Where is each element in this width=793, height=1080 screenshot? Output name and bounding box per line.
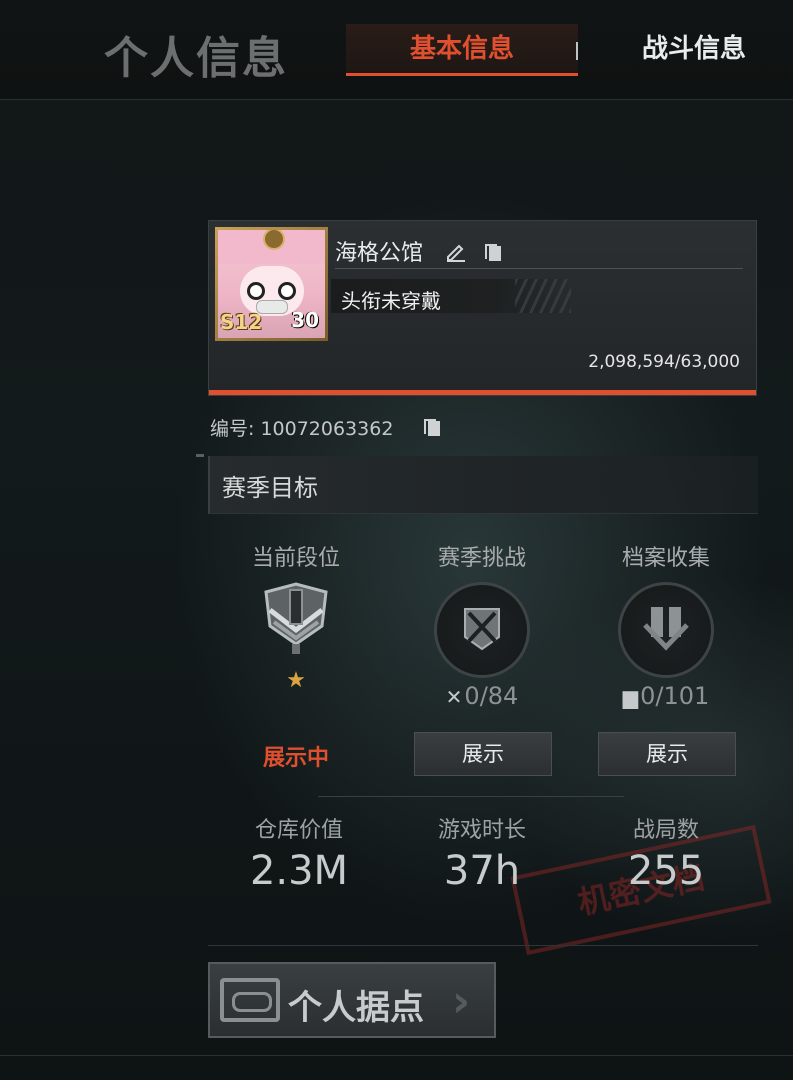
goal-label: 档案收集 — [621, 546, 710, 571]
player-title[interactable]: 头衔未穿戴 — [341, 285, 441, 314]
profile-page: 个人信息 基本信息 战斗信息 S12 30 海格公馆 头衔未穿戴 2,098,5… — [0, 0, 793, 1080]
archive-emblem-icon[interactable] — [618, 582, 714, 678]
stat-value: 2.3M — [249, 848, 349, 894]
stat-value: 37h — [443, 848, 521, 894]
stat-matches: 战局数 255 — [576, 812, 756, 894]
folder-icon: ▆ — [622, 685, 639, 709]
goal-current-rank: 当前段位 ★ 展示中 — [206, 540, 386, 771]
section-title: 赛季目标 — [222, 474, 318, 502]
challenge-progress: ✕0/84 — [445, 682, 519, 710]
goal-label: 赛季挑战 — [437, 546, 526, 571]
personal-base-button[interactable]: 个人据点 › — [208, 962, 496, 1038]
crossed-swords-icon: ✕ — [445, 685, 463, 709]
base-icon — [220, 978, 280, 1022]
rank-star-icon: ★ — [286, 668, 306, 693]
experience-value: 2,098,594/63,000 — [588, 352, 740, 372]
show-archive-button[interactable]: 展示 — [598, 732, 736, 776]
stats-divider — [208, 945, 758, 946]
rank-shield-icon[interactable] — [256, 582, 336, 658]
season-goals-header: 赛季目标 — [208, 456, 758, 514]
challenge-emblem-icon[interactable] — [434, 582, 530, 678]
title-strip-stripes — [515, 279, 571, 313]
goals-divider — [318, 796, 624, 797]
season-badge: S12 — [220, 310, 263, 334]
avatar-eye-right — [278, 282, 296, 300]
avatar-eye-left — [247, 282, 265, 300]
avatar[interactable]: S12 30 — [215, 227, 328, 341]
player-level: 30 — [291, 308, 319, 332]
name-divider — [335, 268, 743, 269]
stat-play-time: 游戏时长 37h — [392, 812, 572, 894]
avatar-image: S12 30 — [218, 230, 325, 338]
goal-archive-collection: 档案收集 ▆0/101 展示 — [576, 540, 756, 776]
copy-icon[interactable] — [485, 241, 503, 261]
show-challenge-button[interactable]: 展示 — [414, 732, 552, 776]
tab-separator — [576, 42, 578, 60]
section-tick — [196, 454, 204, 457]
tab-basic-info[interactable]: 基本信息 — [346, 24, 578, 76]
header: 个人信息 基本信息 战斗信息 — [0, 0, 793, 100]
player-id: 编号: 10072063362 — [210, 418, 394, 440]
stat-label: 游戏时长 — [437, 818, 526, 843]
card-accent-bar — [209, 390, 756, 395]
archive-progress: ▆0/101 — [622, 682, 710, 710]
stat-label: 战局数 — [632, 818, 699, 843]
tab-combat-info[interactable]: 战斗信息 — [614, 24, 774, 76]
goal-label: 当前段位 — [251, 546, 340, 571]
bottom-divider — [0, 1055, 793, 1056]
showing-status: 展示中 — [262, 746, 329, 771]
stat-value: 255 — [627, 848, 705, 894]
goal-season-challenge: 赛季挑战 ✕0/84 展示 — [392, 540, 572, 776]
page-title: 个人信息 — [104, 33, 288, 84]
base-button-label: 个人据点 — [288, 988, 424, 1028]
profile-card: S12 30 海格公馆 头衔未穿戴 2,098,594/63,000 — [208, 220, 757, 396]
edit-icon[interactable] — [444, 239, 468, 263]
stat-label: 仓库价值 — [254, 818, 343, 843]
chevron-right-icon: › — [452, 976, 471, 1027]
stat-warehouse-value: 仓库价值 2.3M — [209, 812, 389, 894]
player-nickname: 海格公馆 — [335, 241, 424, 266]
copy-id-icon[interactable] — [424, 416, 442, 436]
